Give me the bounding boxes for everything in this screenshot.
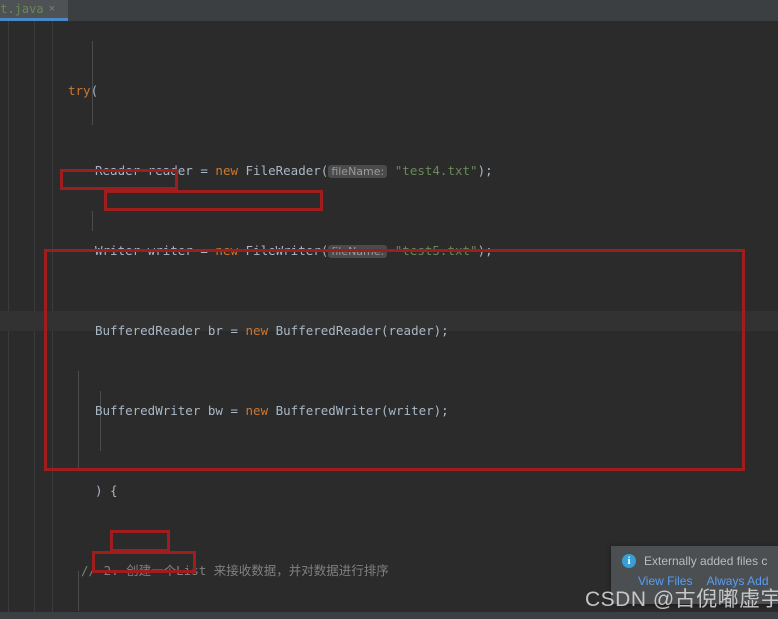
close-icon[interactable]: × — [49, 3, 55, 15]
code-line: Writer writer = new FileWriter(fileName:… — [95, 243, 493, 258]
code-editor[interactable]: try( Reader reader = new FileReader(file… — [0, 21, 778, 612]
notification-message: Externally added files c — [644, 554, 768, 568]
notification-message-row: i Externally added files c — [611, 546, 778, 568]
editor-tab-label: st.java — [0, 2, 44, 16]
watermark: CSDN @古倪嘟虚宇 — [585, 588, 778, 611]
code-line: BufferedReader br = new BufferedReader(r… — [95, 323, 449, 338]
info-icon: i — [622, 554, 636, 568]
code-line: ) { — [95, 483, 118, 498]
editor-tab-test-java[interactable]: st.java × — [0, 0, 68, 21]
code-line: try( — [68, 83, 99, 98]
status-bar — [0, 612, 778, 619]
editor-tab-strip: st.java × — [0, 0, 778, 21]
code-line: Reader reader = new FileReader(fileName:… — [95, 163, 493, 178]
code-line: BufferedWriter bw = new BufferedWriter(w… — [95, 403, 449, 418]
ide-window: st.java × try( Reader reader = new FileR… — [0, 0, 778, 619]
code-content: try( Reader reader = new FileReader(file… — [0, 21, 778, 619]
